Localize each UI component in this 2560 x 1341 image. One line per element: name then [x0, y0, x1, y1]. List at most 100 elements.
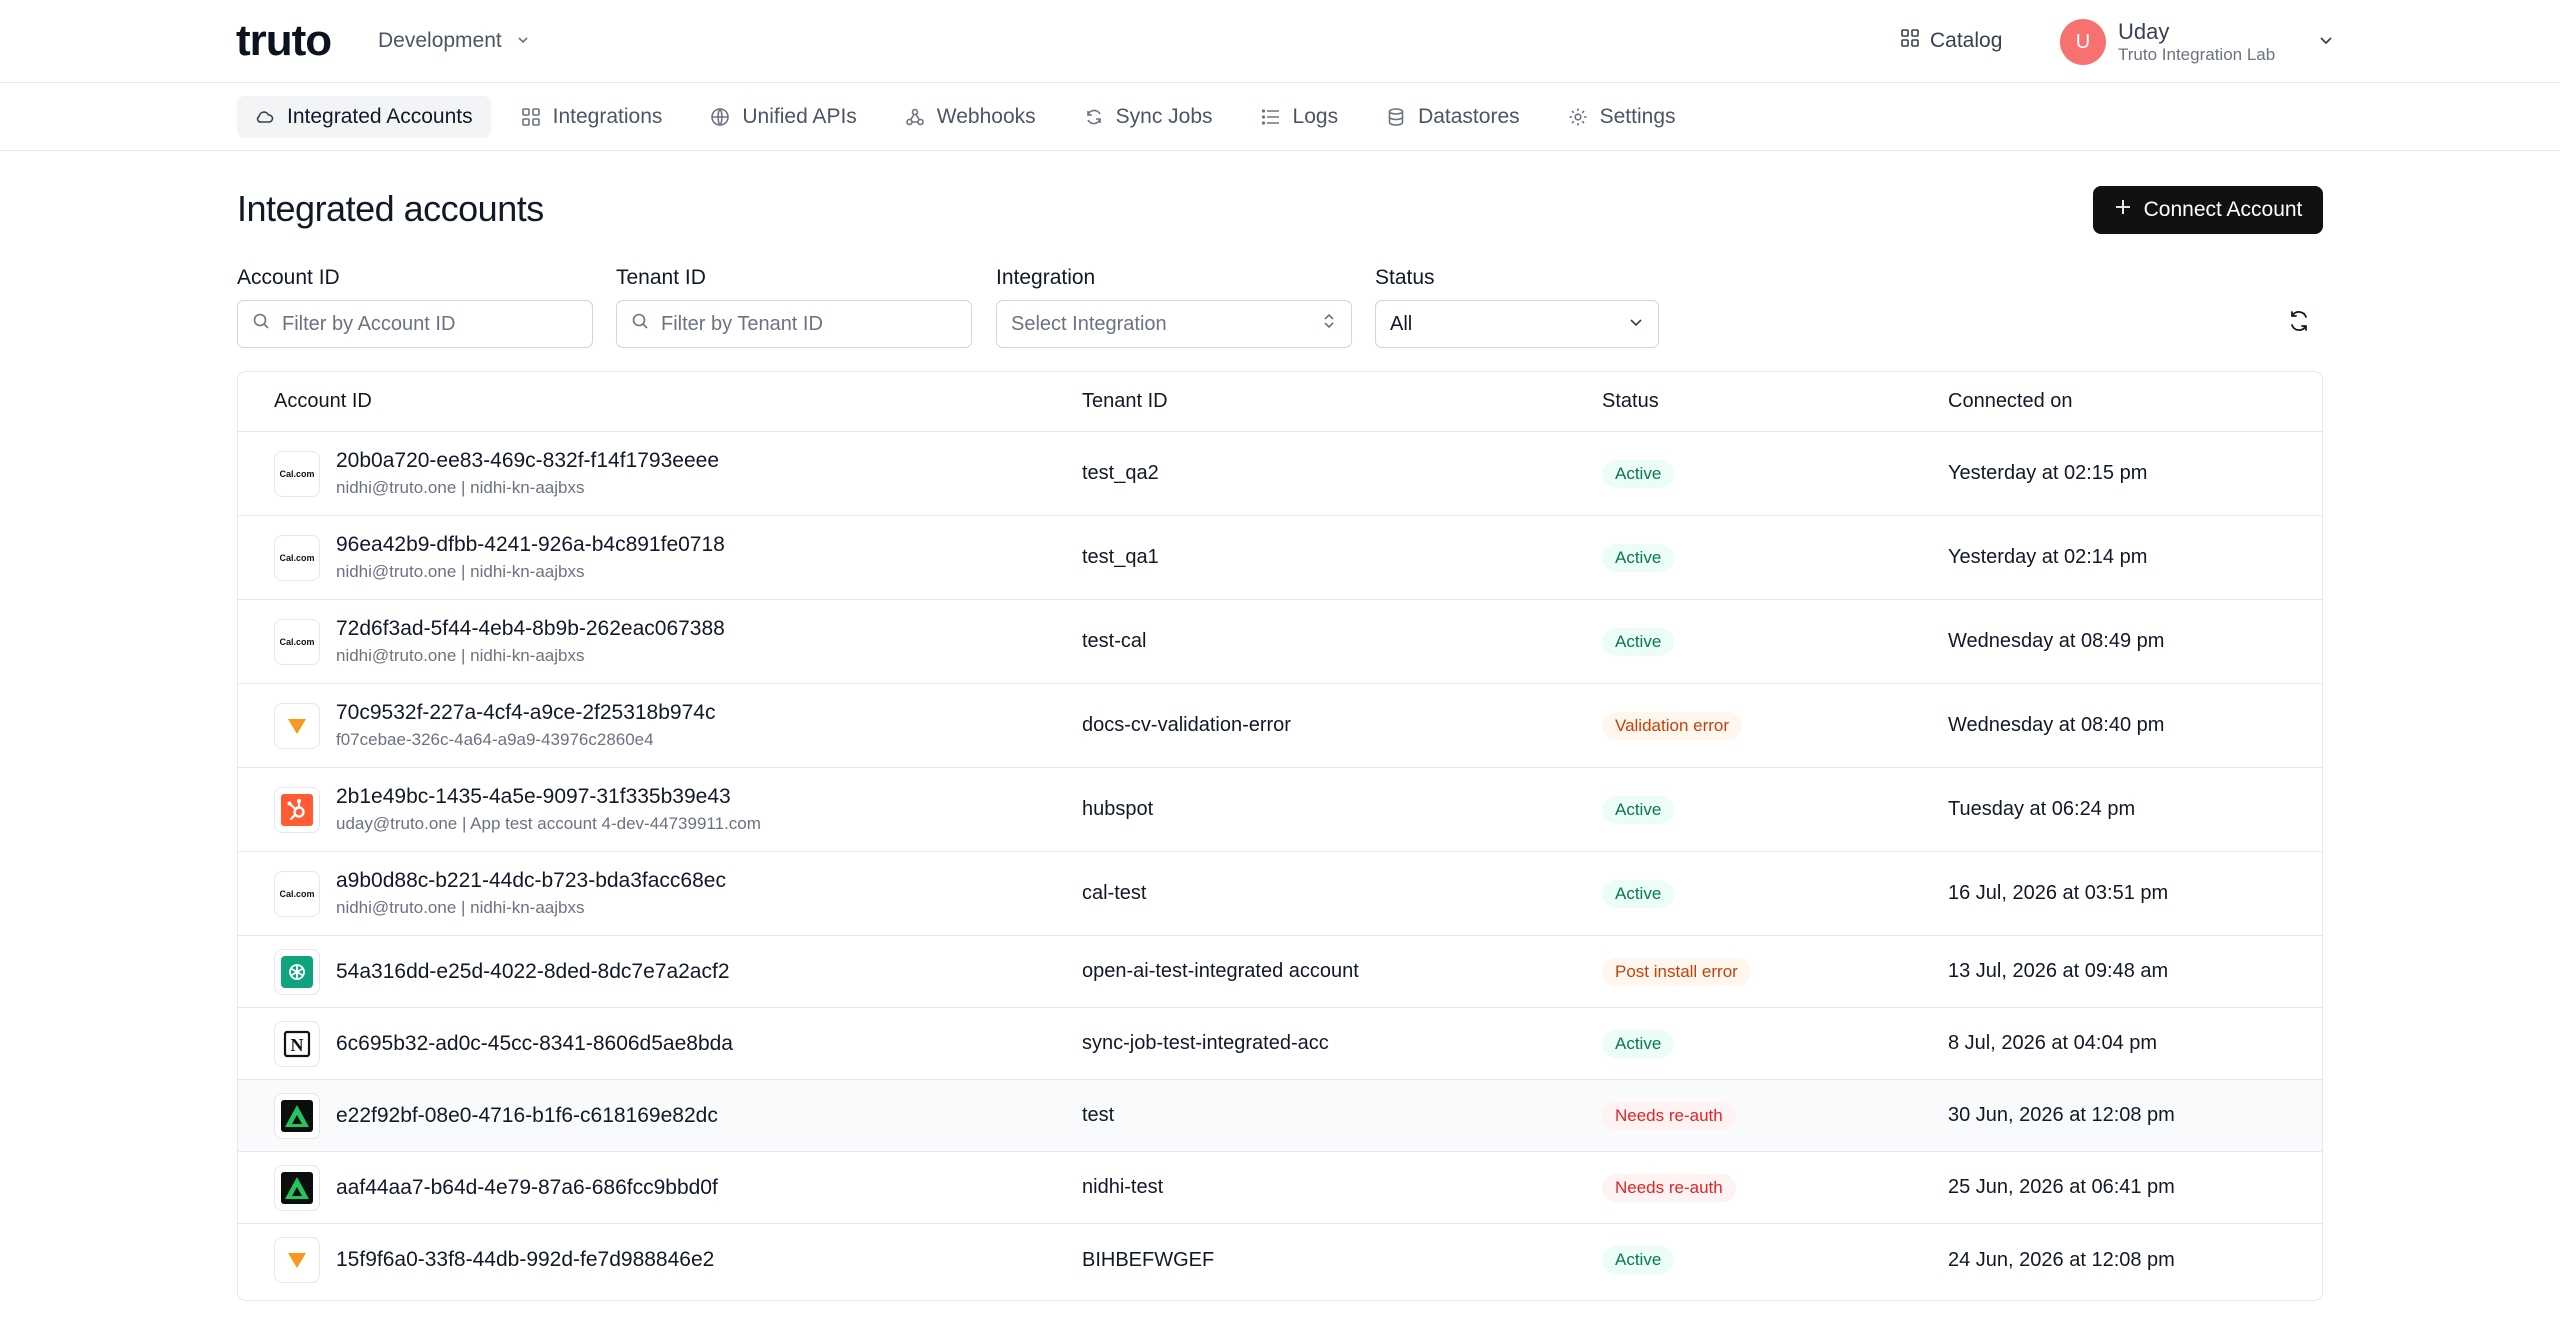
account-text: 15f9f6a0-33f8-44db-992d-fe7d988846e2: [336, 1248, 714, 1272]
tab-sync-jobs[interactable]: Sync Jobs: [1066, 96, 1231, 138]
connected-on: 24 Jun, 2026 at 12:08 pm: [1948, 1248, 2175, 1271]
status-label: Status: [1375, 266, 1435, 289]
table-row[interactable]: aaf44aa7-b64d-4e79-87a6-686fcc9bbd0f nidh…: [238, 1152, 2322, 1224]
table-row[interactable]: Cal.com a9b0d88c-b221-44dc-b723-bda3facc6…: [238, 852, 2322, 936]
table-row[interactable]: e22f92bf-08e0-4716-b1f6-c618169e82dc test…: [238, 1080, 2322, 1152]
triangle-orange-icon: [274, 1237, 320, 1283]
table-row[interactable]: Cal.com 96ea42b9-dfbb-4241-926a-b4c891fe0…: [238, 516, 2322, 600]
tab-label: Sync Jobs: [1115, 105, 1213, 128]
tab-integrated-accounts[interactable]: Integrated Accounts: [237, 96, 491, 138]
account-cell: 70c9532f-227a-4cf4-a9ce-2f25318b974c f07c…: [238, 701, 1082, 750]
accounts-table: Account ID Tenant ID Status Connected on…: [237, 371, 2323, 1301]
account-id: 15f9f6a0-33f8-44db-992d-fe7d988846e2: [336, 1248, 715, 1271]
tab-label: Webhooks: [936, 105, 1036, 128]
account-id: a9b0d88c-b221-44dc-b723-bda3facc68ec: [336, 869, 726, 892]
tenant-id: test: [1082, 1104, 1115, 1126]
calcom-icon: Cal.com: [274, 534, 320, 581]
account-cell: e22f92bf-08e0-4716-b1f6-c618169e82dc: [238, 1092, 1082, 1139]
status-select[interactable]: All: [1375, 300, 1659, 348]
account-cell: Cal.com a9b0d88c-b221-44dc-b723-bda3facc6…: [238, 869, 1082, 918]
table-row[interactable]: Cal.com 72d6f3ad-5f44-4eb4-8b9b-262eac067…: [238, 600, 2322, 684]
green-triangle-icon: [274, 1164, 320, 1211]
svg-text:N: N: [291, 1035, 304, 1055]
list-icon: [1261, 107, 1281, 127]
tenant-id: test_qa1: [1082, 546, 1159, 568]
status-cell: Validation error: [1602, 711, 1948, 740]
connected-on: 25 Jun, 2026 at 06:41 pm: [1948, 1176, 2175, 1198]
connected-on: 13 Jul, 2026 at 09:48 am: [1948, 960, 2169, 982]
account-id: e22f92bf-08e0-4716-b1f6-c618169e82dc: [336, 1103, 718, 1127]
tab-label: Integrations: [552, 105, 663, 128]
search-icon: [252, 312, 270, 336]
account-text: e22f92bf-08e0-4716-b1f6-c618169e82dc: [336, 1104, 718, 1128]
table-row[interactable]: 2b1e49bc-1435-4a5e-9097-31f335b39e43 uday…: [238, 768, 2322, 852]
connected-on: 16 Jul, 2026 at 03:51 pm: [1948, 882, 2169, 904]
triangle-orange-icon: [274, 702, 320, 749]
tab-logs[interactable]: Logs: [1243, 96, 1357, 138]
cloud-icon: [255, 107, 275, 127]
status-cell: Needs re-auth: [1602, 1101, 1948, 1130]
account-cell: Cal.com 72d6f3ad-5f44-4eb4-8b9b-262eac067…: [238, 617, 1082, 666]
status-badge: Post install error: [1602, 957, 1751, 986]
account-id: 54a316dd-e25d-4022-8ded-8dc7e7a2acf2: [336, 959, 730, 983]
tenant-id: hubspot: [1082, 798, 1154, 820]
connected-on: Wednesday at 08:49 pm: [1948, 630, 2165, 652]
tab-label: Settings: [1599, 105, 1676, 128]
tab-unified-apis[interactable]: Unified APIs: [692, 96, 874, 138]
integration-select[interactable]: Select Integration: [996, 300, 1352, 348]
status-badge: Active: [1602, 1246, 1675, 1274]
account-id: 70c9532f-227a-4cf4-a9ce-2f25318b974c: [336, 701, 716, 724]
tab-integrations[interactable]: Integrations: [503, 96, 681, 138]
refresh-button[interactable]: [2282, 306, 2316, 340]
tab-label: Integrated Accounts: [287, 105, 473, 128]
account-subtitle: nidhi@truto.one | nidhi-kn-aajbxs: [336, 562, 585, 581]
integration-filter: Integration Select Integration: [996, 266, 1352, 348]
account-subtitle: nidhi@truto.one | nidhi-kn-aajbxs: [336, 646, 585, 665]
account-subtitle: f07cebae-326c-4a64-a9a9-43976c2860e4: [336, 730, 654, 749]
connected-on: 30 Jun, 2026 at 12:08 pm: [1948, 1104, 2175, 1126]
account-text: 72d6f3ad-5f44-4eb4-8b9b-262eac067388 nidh…: [336, 617, 725, 666]
tab-settings[interactable]: Settings: [1550, 96, 1694, 138]
account-subtitle: nidhi@truto.one | nidhi-kn-aajbxs: [336, 898, 585, 917]
environment-selector[interactable]: Development: [378, 26, 530, 56]
account-text: 20b0a720-ee83-469c-832f-f14f1793eeee nidh…: [336, 449, 719, 498]
status-badge: Needs re-auth: [1602, 1101, 1736, 1130]
table-row[interactable]: 54a316dd-e25d-4022-8ded-8dc7e7a2acf2 open…: [238, 936, 2322, 1008]
tenant-id: BIHBEFWGEF: [1082, 1248, 1215, 1271]
status-badge: Active: [1602, 1029, 1675, 1058]
catalog-button[interactable]: Catalog: [1900, 25, 2002, 57]
table-row[interactable]: 70c9532f-227a-4cf4-a9ce-2f25318b974c f07c…: [238, 684, 2322, 768]
tab-datastores[interactable]: Datastores: [1368, 96, 1538, 138]
table-row[interactable]: 15f9f6a0-33f8-44db-992d-fe7d988846e2 BIHB…: [238, 1224, 2322, 1296]
account-text: a9b0d88c-b221-44dc-b723-bda3facc68ec nidh…: [336, 869, 726, 918]
table-row[interactable]: Cal.com 20b0a720-ee83-469c-832f-f14f1793e…: [238, 432, 2322, 516]
globe-icon: [710, 107, 730, 127]
top-bar: truto Development Catalog U Uday Truto I…: [0, 0, 2560, 83]
table-row[interactable]: N 6c695b32-ad0c-45cc-8341-8606d5ae8bda syn…: [238, 1008, 2322, 1080]
svg-text:Cal.com: Cal.com: [280, 637, 314, 647]
tenant-id-input[interactable]: [661, 312, 957, 336]
account-cell: aaf44aa7-b64d-4e79-87a6-686fcc9bbd0f: [238, 1164, 1082, 1211]
tenant-id-field[interactable]: [616, 300, 972, 348]
connected-on: Wednesday at 08:40 pm: [1948, 714, 2165, 736]
status-cell: Active: [1602, 1246, 1948, 1274]
account-text: 6c695b32-ad0c-45cc-8341-8606d5ae8bda: [336, 1032, 733, 1056]
account-id-input[interactable]: [282, 312, 578, 336]
user-menu[interactable]: U Uday Truto Integration Lab: [2060, 17, 2335, 67]
chevron-down-icon: [516, 29, 530, 53]
status-badge: Validation error: [1602, 711, 1743, 740]
account-id: 72d6f3ad-5f44-4eb4-8b9b-262eac067388: [336, 617, 725, 640]
truto-logo[interactable]: truto: [236, 16, 332, 65]
tab-label: Unified APIs: [742, 105, 857, 128]
account-subtitle: uday@truto.one | App test account 4-dev-…: [336, 814, 761, 833]
status-cell: Active: [1602, 543, 1948, 572]
status-select-value: All: [1390, 312, 1413, 335]
status-badge: Needs re-auth: [1602, 1173, 1736, 1202]
column-header-connected-on: Connected on: [1948, 390, 2073, 412]
tab-webhooks[interactable]: Webhooks: [887, 96, 1054, 138]
table-header: Account ID Tenant ID Status Connected on: [238, 372, 2322, 432]
connect-account-button[interactable]: Connect Account: [2093, 186, 2323, 234]
tab-label: Datastores: [1418, 105, 1520, 128]
connect-account-label: Connect Account: [2143, 198, 2303, 221]
account-id-field[interactable]: [237, 300, 593, 348]
